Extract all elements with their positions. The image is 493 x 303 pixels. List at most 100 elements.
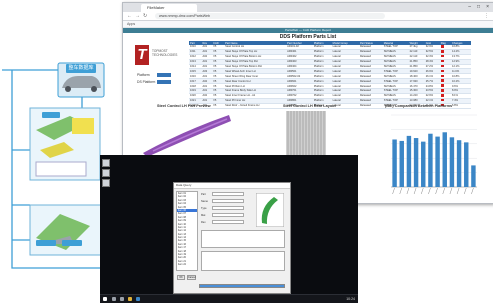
form-input-material[interactable] [212,213,244,217]
list-item[interactable]: Item 22 [177,263,197,266]
company-logo: T TOPMOST TECHNOLOGIES [135,45,177,65]
browser-icon[interactable] [136,297,140,301]
bar [428,133,433,187]
url-input[interactable]: www.nmmp-dmz.com/PartsWeb [155,13,385,19]
status-flag-icon [440,69,444,73]
status-flag-icon [440,79,444,82]
x-tick [428,187,431,195]
form-label-name: Name [201,200,208,203]
forward-icon[interactable]: → [135,12,140,20]
filter-select-platform[interactable] [157,73,171,77]
menu-icon[interactable]: ⋮ [484,12,489,20]
desktop-screenshot: Data Query Item 01 Item 02 Item 03 Item 04 I… [100,155,358,303]
address-bar-row: ← → ↻ www.nmmp-dmz.com/PartsWeb ⋮ [123,12,493,21]
form-input-name[interactable] [212,199,244,203]
status-flag-icon [440,45,444,48]
bookmark-apps[interactable]: Apps [127,21,135,27]
form-input-part[interactable] [212,192,244,196]
bar [464,142,469,187]
status-flag-icon [440,84,444,87]
details-field[interactable] [201,251,285,271]
filter-select-ds-platform[interactable] [157,80,171,84]
start-icon[interactable] [103,297,107,301]
ok-button[interactable]: OK [177,275,185,280]
parts-table: Part Rev CAD Part Name Part Number Platform Mo… [189,41,471,109]
bookmarks-bar: Apps [123,21,493,28]
x-tick [442,187,445,195]
x-tick [435,187,438,195]
bar [442,132,447,187]
close-icon[interactable]: × [486,3,489,12]
status-flag-icon [440,50,444,53]
section-title-comparison: (BIL) Comparison Between Platforms [385,104,453,108]
vehicle-db-label: 整车数据库 [68,65,94,71]
app-header-text: PartsWeb — CAD Platform Report [285,28,331,32]
status-flag-icon [440,64,444,68]
reload-icon[interactable]: ↻ [143,12,147,20]
x-tick [413,187,417,195]
flow-chip-db: 整车数据库 [66,64,96,73]
x-tick [406,187,410,195]
section-title-rear-layout: Steel Control LH Rear Layout [283,104,336,108]
filter-label-platform: Platform [137,73,150,77]
logo-mark: T [135,45,149,65]
bar [456,140,462,187]
app-window-title: Data Query [174,183,290,189]
bar [421,141,426,187]
desktop-icon[interactable] [102,169,110,177]
table-cell: Released [358,103,383,109]
status-flag-icon [440,94,444,97]
desktop-icon[interactable] [102,159,110,167]
status-flag-icon [440,89,444,92]
filter-label-ds-platform: DS Platform [137,80,156,84]
form-label-type: Type [201,207,207,210]
clock: 10:24 [346,297,355,301]
bar [471,165,476,187]
back-icon[interactable]: ← [127,12,132,20]
table-cell: 6.8% [451,103,471,109]
explorer-icon[interactable] [128,297,132,301]
table-cell: V5 [212,103,225,109]
form-label-revision: Rev [201,221,206,224]
app-header-bar: PartsWeb — CAD Platform Report [123,28,493,33]
form-input-type[interactable] [212,206,244,210]
report-title: DDS Platform Parts List [279,34,337,40]
status-flag-icon [440,59,444,63]
maximize-icon[interactable]: □ [477,3,480,12]
bar [392,139,397,187]
x-tick [421,187,424,195]
bar [449,137,455,187]
rear-layout-image [286,111,326,156]
part-preview-image [143,115,231,157]
logo-text: TOPMOST TECHNOLOGIES [152,49,178,57]
desktop-icon[interactable] [102,179,110,187]
browser-tab[interactable]: FileMaker [141,4,197,12]
flow-chip [36,240,56,246]
taskview-icon[interactable] [120,297,124,301]
part-thumbnail [256,193,284,227]
comparison-bar-chart [391,114,477,195]
flow-chip [62,240,82,246]
status-flag-icon [440,74,444,78]
notes-field[interactable] [201,230,285,248]
form-label-material: Mat [201,214,206,217]
cancel-button[interactable]: Cancel [187,275,196,280]
minimize-icon[interactable]: – [468,3,471,12]
item-list[interactable]: Item 01 Item 02 Item 03 Item 04 Item 05 Item … [176,191,198,271]
search-icon[interactable] [112,297,116,301]
status-flag-icon [440,98,444,102]
bar [399,140,404,187]
form-input-revision[interactable] [212,220,244,224]
taskbar: 10:24 [100,294,358,303]
bar [413,138,419,187]
table-cell: Steel Roof - Joined Frame LH [224,103,287,109]
x-tick [471,187,474,195]
bar [435,136,440,187]
flow-chip [42,112,60,118]
bar [406,135,412,187]
progress-fill [200,285,284,287]
x-tick [392,187,395,195]
x-tick [449,187,453,195]
x-tick [399,187,402,195]
progress-bar [199,284,285,288]
